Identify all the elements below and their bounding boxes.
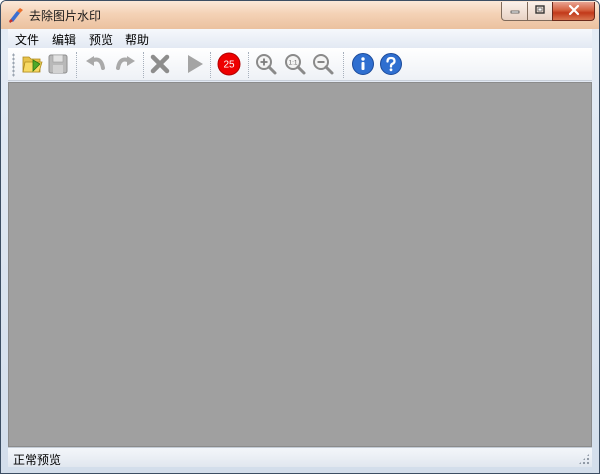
toolbar-separator [143,52,144,78]
maximize-button[interactable] [527,2,553,21]
zoom-actual-size-label: 1:1 [288,60,297,67]
zoom-in-icon [254,52,278,76]
toolbar-grip[interactable] [12,53,15,77]
status-bar: 正常预览 [8,447,592,467]
app-window: 去除图片水印 文件 编辑 预览 帮助 25 1:1 正常预览 [0,0,600,474]
play-icon [182,52,206,76]
counter-badge-value: 25 [223,60,235,71]
save-icon [46,52,70,76]
info-button[interactable] [350,51,376,77]
zoom-out-icon [311,52,335,76]
image-canvas[interactable] [8,82,592,447]
toolbar-separator [210,52,211,78]
counter-badge[interactable]: 25 [216,51,242,77]
close-button[interactable] [552,2,595,21]
toolbar: 25 1:1 [8,48,592,81]
undo-icon [84,52,108,76]
minimize-icon [509,4,521,18]
close-icon [567,4,581,19]
redo-icon [113,52,137,76]
maximize-icon [534,4,546,18]
save-button[interactable] [45,51,71,77]
zoom-actual-size-icon: 1:1 [283,52,307,76]
menu-preview[interactable]: 预览 [87,31,115,48]
open-button[interactable] [19,51,45,77]
play-button[interactable] [181,51,207,77]
undo-button[interactable] [83,51,109,77]
help-icon [379,52,403,76]
open-folder-icon [20,52,44,76]
resize-grip[interactable] [578,453,590,465]
menu-edit[interactable]: 编辑 [50,31,78,48]
delete-icon [148,52,172,76]
brush-icon [7,6,25,24]
zoom-actual-size-button[interactable]: 1:1 [282,51,308,77]
zoom-in-button[interactable] [253,51,279,77]
toolbar-separator [248,52,249,78]
toolbar-separator [343,52,344,78]
status-text: 正常预览 [13,453,62,467]
menu-bar: 文件 编辑 预览 帮助 [8,29,592,48]
menu-help[interactable]: 帮助 [123,31,151,48]
info-icon [351,52,375,76]
counter-badge-icon: 25 [216,51,242,77]
redo-button[interactable] [112,51,138,77]
zoom-out-button[interactable] [310,51,336,77]
delete-button[interactable] [147,51,173,77]
toolbar-separator [76,52,77,78]
minimize-button[interactable] [501,2,528,21]
window-title: 去除图片水印 [29,9,102,23]
menu-file[interactable]: 文件 [13,31,41,48]
help-button[interactable] [378,51,404,77]
title-bar[interactable]: 去除图片水印 [1,1,599,29]
